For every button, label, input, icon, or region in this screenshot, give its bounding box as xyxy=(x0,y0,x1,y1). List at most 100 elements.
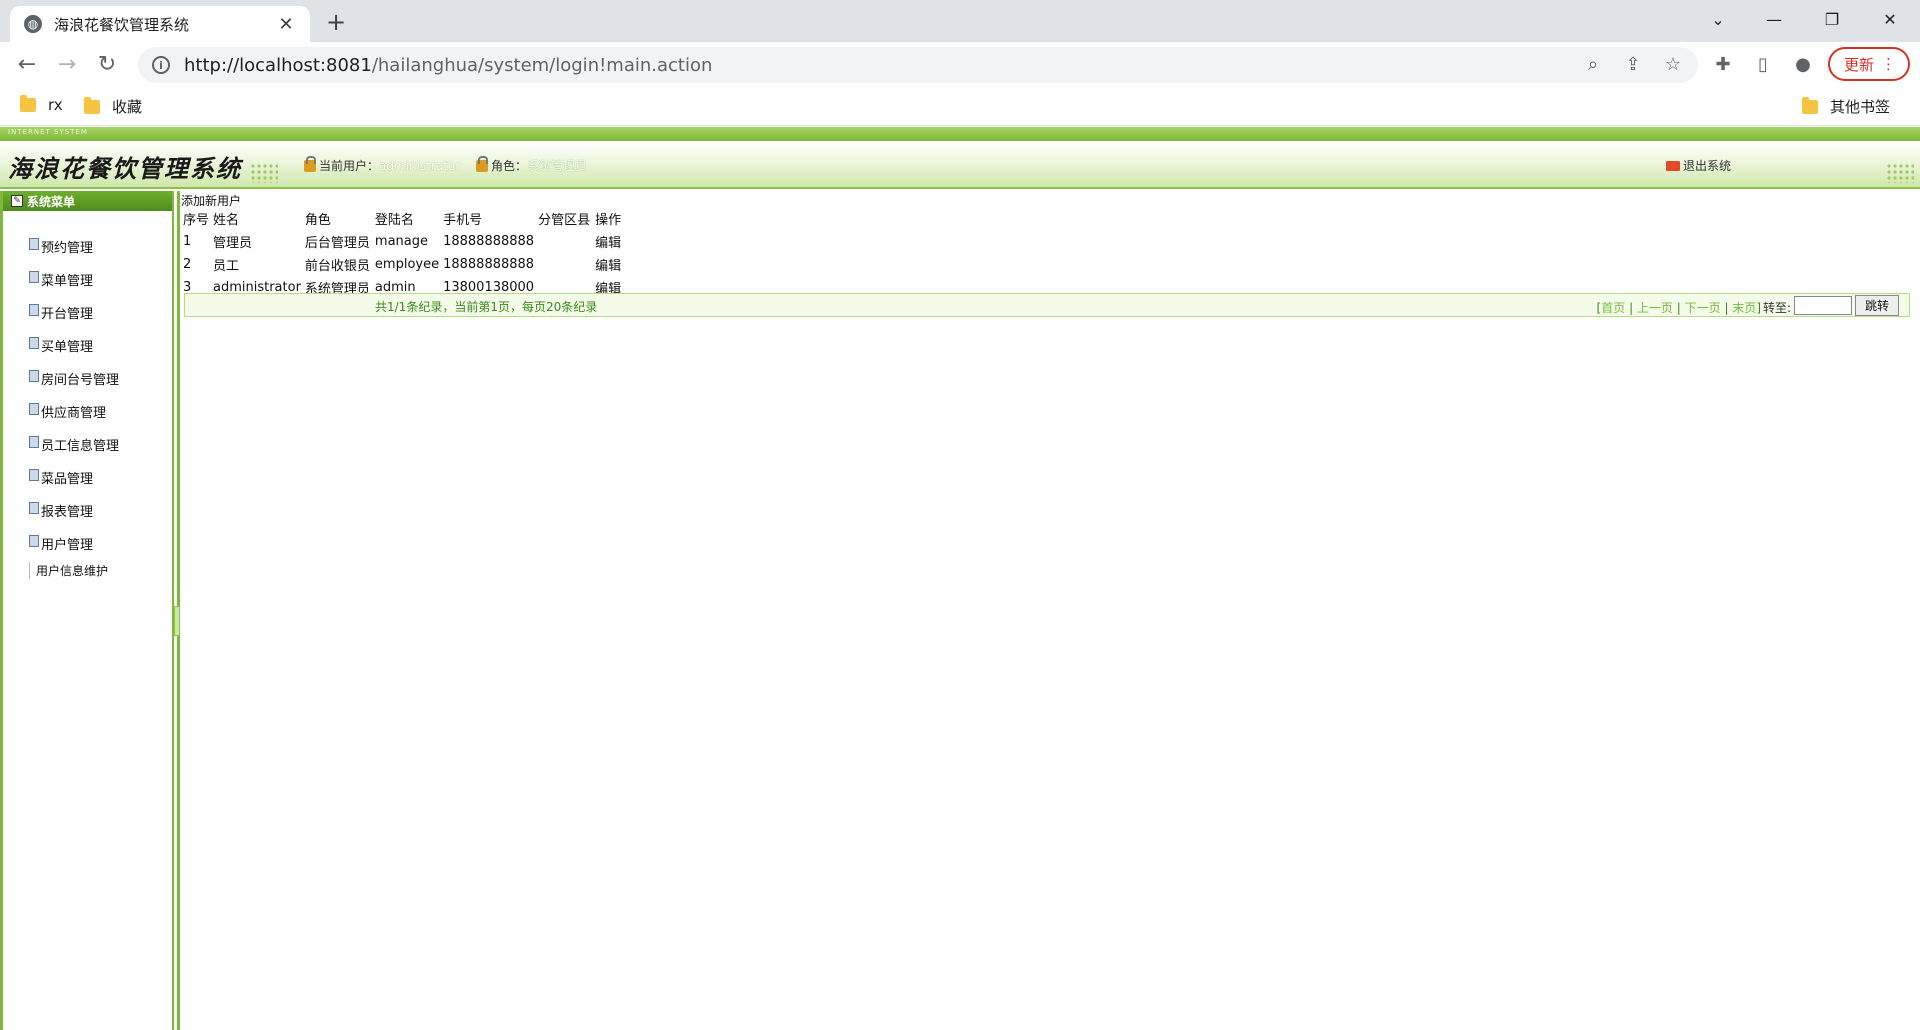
sidebar-item-open-table[interactable]: 开台管理 xyxy=(29,303,93,322)
bookmark-label: 收藏 xyxy=(112,98,143,116)
forward-icon[interactable]: → xyxy=(52,50,82,80)
sidebar-item-label: 供应商管理 xyxy=(41,406,107,421)
url-text: http://localhost:8081/hailanghua/system/… xyxy=(184,55,712,76)
table-row: 2 员工 前台收银员 employee 18888888888 编辑 xyxy=(183,253,635,276)
page-icon xyxy=(29,369,39,382)
sidebar-item-reports[interactable]: 报表管理 xyxy=(29,501,93,520)
cell-name: 管理员 xyxy=(213,236,253,251)
page-icon xyxy=(29,336,39,349)
col-district: 分管区县 xyxy=(538,213,591,228)
next-page-link[interactable]: 下一页 xyxy=(1685,301,1721,315)
sidebar: ✎ 系统菜单 预约管理 菜单管理 开台管理 买单管理 房间台号管理 供应商管理 … xyxy=(0,191,174,1030)
col-login: 登陆名 xyxy=(374,213,414,228)
page-icon xyxy=(29,270,39,283)
frame-splitter[interactable] xyxy=(174,191,180,1030)
sidebar-item-checkout[interactable]: 买单管理 xyxy=(29,336,93,355)
sidebar-item-suppliers[interactable]: 供应商管理 xyxy=(29,402,106,421)
sidebar-subitem-user-maintenance[interactable]: 用户信息维护 xyxy=(29,562,108,579)
role-value: 系统管理员 xyxy=(527,159,588,173)
cell-role: 后台管理员 xyxy=(304,236,370,251)
address-bar[interactable]: i http://localhost:8081/hailanghua/syste… xyxy=(138,47,1698,83)
cell-district xyxy=(538,253,595,276)
page-icon xyxy=(29,237,39,250)
lock-icon xyxy=(304,155,316,172)
update-button[interactable]: 更新 ⋮ xyxy=(1828,47,1910,81)
col-role: 角色 xyxy=(304,213,331,228)
side-panel-icon[interactable]: ▯ xyxy=(1750,52,1776,78)
current-user: 当前用户： administrator xyxy=(304,155,461,174)
edit-link[interactable]: 编辑 xyxy=(595,253,635,276)
sidebar-item-label: 开台管理 xyxy=(41,307,94,322)
tab-close-icon[interactable]: ✕ xyxy=(276,14,296,35)
cell-login: manage xyxy=(374,234,429,249)
lock-icon xyxy=(476,155,488,172)
sidebar-title: ✎ 系统菜单 xyxy=(3,191,172,211)
sidebar-item-label: 买单管理 xyxy=(41,340,94,355)
tab-search-chevron-icon[interactable]: ⌄ xyxy=(1690,0,1746,38)
bookmark-rx[interactable]: rx xyxy=(20,95,63,114)
sidebar-item-employees[interactable]: 员工信息管理 xyxy=(29,435,119,454)
pagination-summary: 共1/1条纪录，当前第1页，每页20条纪录 xyxy=(375,300,598,314)
table-row: 1 管理员 后台管理员 manage 18888888888 编辑 xyxy=(183,230,635,253)
bookmark-star-icon[interactable]: ☆ xyxy=(1660,52,1686,78)
browser-toolbar: ← → ↻ i http://localhost:8081/hailanghua… xyxy=(0,42,1920,88)
restore-icon[interactable]: ❐ xyxy=(1804,0,1860,38)
bookmark-label: rx xyxy=(48,96,63,114)
cell-index: 1 xyxy=(183,234,192,249)
last-page-link[interactable]: 末页 xyxy=(1732,301,1756,315)
logout-link[interactable]: 退出系统 xyxy=(1666,157,1731,174)
app-header: 海浪花餐饮管理系统 当前用户： administrator 角色： 系统管理员 … xyxy=(0,141,1920,189)
site-info-icon[interactable]: i xyxy=(152,56,170,74)
folder-icon xyxy=(1802,96,1818,114)
pagination-nav: [首页 | 上一页 | 下一页 | 末页] xyxy=(1596,301,1761,315)
current-user-value: administrator xyxy=(379,158,461,173)
sidebar-item-label: 预约管理 xyxy=(41,241,94,256)
window-close-icon[interactable]: ✕ xyxy=(1862,0,1918,38)
sidebar-item-label: 报表管理 xyxy=(41,505,94,520)
col-index: 序号 xyxy=(183,213,210,228)
sidebar-item-rooms[interactable]: 房间台号管理 xyxy=(29,369,119,388)
cell-district xyxy=(538,230,595,253)
reload-icon[interactable]: ↻ xyxy=(92,50,122,80)
sidebar-item-users[interactable]: 用户管理 xyxy=(29,534,93,553)
pagination-bar: 共1/1条纪录，当前第1页，每页20条纪录 [首页 | 上一页 | 下一页 | … xyxy=(184,293,1910,317)
cell-login: employee xyxy=(374,257,440,272)
page-icon xyxy=(29,435,39,448)
bookmark-favorites[interactable]: 收藏 xyxy=(84,96,142,117)
prev-page-link[interactable]: 上一页 xyxy=(1637,301,1673,315)
bookmark-other[interactable]: 其他书签 xyxy=(1802,96,1890,117)
sidebar-item-label: 员工信息管理 xyxy=(41,439,120,454)
col-phone: 手机号 xyxy=(443,213,483,228)
current-role: 角色： 系统管理员 xyxy=(476,155,588,174)
browser-tab[interactable]: ◍ 海浪花餐饮管理系统 ✕ xyxy=(10,6,310,42)
first-page-link[interactable]: 首页 xyxy=(1601,301,1625,315)
page-icon xyxy=(29,534,39,547)
globe-icon: ◍ xyxy=(24,15,42,33)
share-icon[interactable]: ⇪ xyxy=(1620,52,1646,78)
app-frame: INTERNET SYSTEM 海浪花餐饮管理系统 当前用户： administ… xyxy=(0,127,1920,1030)
splitter-grip[interactable] xyxy=(174,606,180,636)
sidebar-item-reservation[interactable]: 预约管理 xyxy=(29,237,93,256)
back-icon[interactable]: ← xyxy=(12,50,42,80)
profile-avatar-icon[interactable]: ● xyxy=(1790,52,1816,78)
page-icon xyxy=(29,501,39,514)
edit-link[interactable]: 编辑 xyxy=(595,230,635,253)
bookmarks-bar: rx 收藏 其他书签 xyxy=(0,88,1920,126)
jump-button[interactable]: 跳转 xyxy=(1855,295,1899,316)
tab-title: 海浪花餐饮管理系统 xyxy=(54,15,190,34)
system-logo: 海浪花餐饮管理系统 xyxy=(8,154,242,183)
zoom-icon[interactable]: ⌕ xyxy=(1580,52,1606,78)
extensions-icon[interactable]: ✚ xyxy=(1710,52,1736,78)
new-tab-icon[interactable]: + xyxy=(322,8,350,36)
bookmark-label: 其他书签 xyxy=(1830,98,1891,116)
sidebar-item-menu[interactable]: 菜单管理 xyxy=(29,270,93,289)
goto-page-input[interactable] xyxy=(1794,296,1852,315)
sidebar-title-text: 系统菜单 xyxy=(27,194,76,209)
edit-icon: ✎ xyxy=(11,195,23,207)
sidebar-item-dishes[interactable]: 菜品管理 xyxy=(29,468,93,487)
folder-icon xyxy=(20,95,36,112)
minimize-icon[interactable]: — xyxy=(1746,0,1802,38)
update-label: 更新 xyxy=(1844,55,1875,74)
goto-label: 转至: xyxy=(1762,301,1791,315)
top-band: INTERNET SYSTEM xyxy=(0,127,1920,141)
